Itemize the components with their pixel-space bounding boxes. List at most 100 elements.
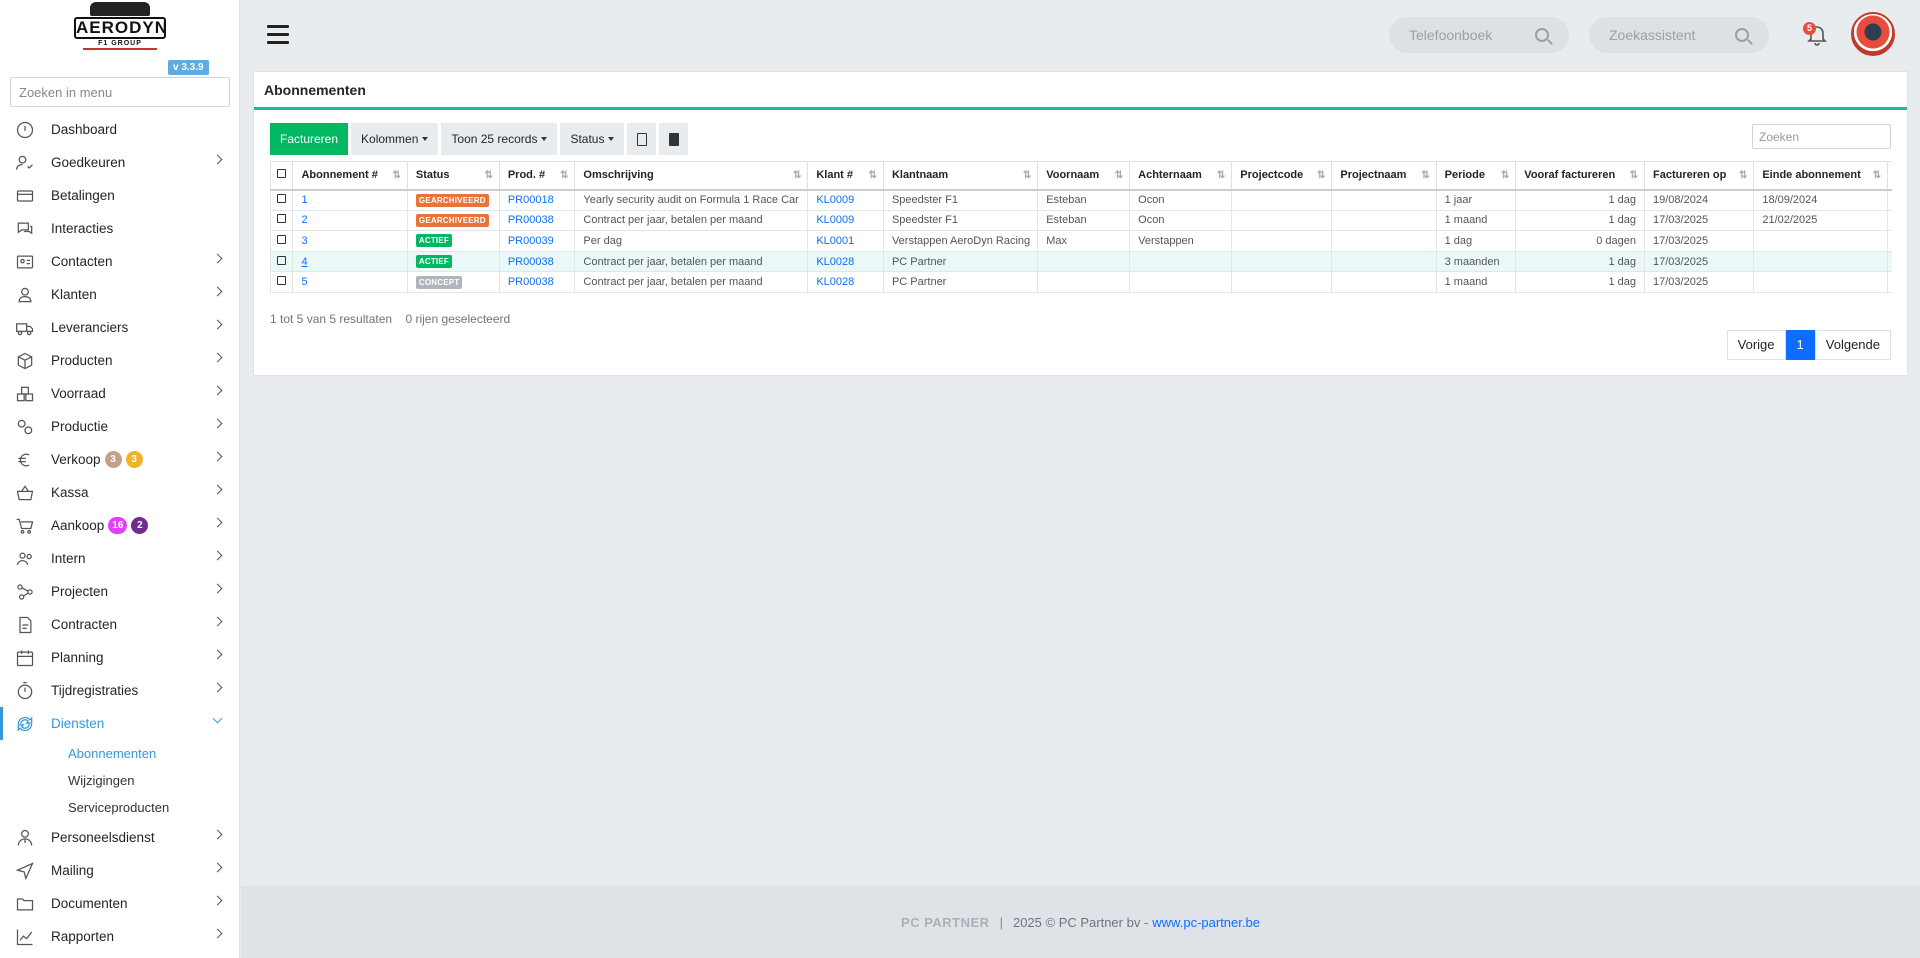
column-header[interactable]: Einde abonnement ⇅ <box>1753 161 1889 191</box>
pdf-export-button[interactable] <box>659 123 689 155</box>
chevron-right-icon <box>212 682 223 693</box>
sidebar-item-mailing[interactable]: Mailing <box>0 854 239 887</box>
table-link[interactable]: KL0028 <box>816 256 854 268</box>
sidebar-item-betalingen[interactable]: Betalingen <box>0 179 239 212</box>
next-page-button[interactable]: Volgende <box>1814 330 1891 360</box>
page-size-dropdown[interactable]: Toon 25 records <box>441 123 558 155</box>
table-link[interactable]: PR00039 <box>508 235 554 247</box>
boxes-icon <box>14 383 36 405</box>
column-header[interactable]: Start c <box>1887 161 1892 191</box>
table-link[interactable]: PR00038 <box>508 256 554 268</box>
sidebar-item-dashboard[interactable]: Dashboard <box>0 113 239 146</box>
sidebar-item-personeelsdienst[interactable]: Personeelsdienst <box>0 821 239 854</box>
table-link[interactable]: KL0009 <box>816 194 854 206</box>
page-1-button[interactable]: 1 <box>1785 330 1815 360</box>
row-checkbox[interactable] <box>277 214 286 224</box>
sidebar-item-intern[interactable]: Intern <box>0 542 239 575</box>
row-checkbox[interactable] <box>277 234 286 244</box>
table-link[interactable]: 2 <box>301 214 307 226</box>
logo[interactable]: AERODYN F1 GROUP v 3.3.9 <box>0 0 239 78</box>
row-select-cell[interactable] <box>270 271 294 293</box>
assistant-search[interactable]: Zoekassistent <box>1589 17 1769 53</box>
sidebar-item-leveranciers[interactable]: Leveranciers <box>0 311 239 344</box>
table-link[interactable]: KL0028 <box>816 276 854 288</box>
sidebar-item-tijdregistraties[interactable]: Tijdregistraties <box>0 674 239 707</box>
table-cell <box>1331 189 1437 211</box>
prev-page-button[interactable]: Vorige <box>1726 330 1786 360</box>
row-select-cell[interactable] <box>270 209 294 232</box>
table-link[interactable]: PR00038 <box>508 214 554 226</box>
avatar[interactable] <box>1851 12 1895 56</box>
column-header-label: Status <box>415 169 450 182</box>
table-link[interactable]: KL0009 <box>816 214 854 226</box>
table-link[interactable]: PR00018 <box>508 194 554 206</box>
columns-dropdown[interactable]: Kolommen <box>351 123 439 155</box>
table-link[interactable]: PR00038 <box>508 276 554 288</box>
column-header[interactable]: Periode ⇅ <box>1435 161 1517 191</box>
table-link[interactable]: KL0001 <box>816 235 854 247</box>
sidebar-item-contacten[interactable]: Contacten <box>0 245 239 278</box>
sidebar-item-diensten[interactable]: Diensten <box>0 707 239 740</box>
select-all-header[interactable] <box>270 161 294 191</box>
row-checkbox[interactable] <box>277 255 286 265</box>
excel-export-button[interactable] <box>627 123 657 155</box>
sidebar-item-projecten[interactable]: Projecten <box>0 575 239 608</box>
table-row[interactable]: 5 CONCEPT PR00038 Contract per jaar, betale… <box>270 271 1892 293</box>
column-header[interactable]: Vooraf factureren ⇅ <box>1515 161 1646 191</box>
table-link[interactable]: 1 <box>301 194 307 206</box>
column-header[interactable]: Klantnaam ⇅ <box>882 161 1039 191</box>
table-cell <box>1129 271 1233 293</box>
row-checkbox[interactable] <box>277 276 286 286</box>
bell-icon[interactable]: 5 <box>1803 22 1829 48</box>
column-header[interactable]: Status ⇅ <box>406 161 500 191</box>
invoice-button[interactable]: Factureren <box>270 123 349 155</box>
column-header[interactable]: Klant # ⇅ <box>807 161 884 191</box>
table-row[interactable]: 3 ACTIEF PR00039 Per dag KL0001 Verstappen Ae… <box>270 230 1892 252</box>
hamburger-menu-icon[interactable] <box>267 25 289 45</box>
sidebar-item-documenten[interactable]: Documenten <box>0 887 239 920</box>
sidebar-subitem-serviceproducten[interactable]: Serviceproducten <box>0 794 239 821</box>
sidebar-subitem-wijzigingen[interactable]: Wijzigingen <box>0 767 239 794</box>
row-select-cell[interactable] <box>270 250 294 273</box>
table-row[interactable]: 4 ACTIEF PR00038 Contract per jaar, betalen… <box>270 250 1892 273</box>
column-header[interactable]: Prod. # ⇅ <box>498 161 576 191</box>
sidebar-item-contracten[interactable]: Contracten <box>0 608 239 641</box>
phonebook-search[interactable]: Telefoonboek <box>1389 17 1569 53</box>
sidebar-item-productie[interactable]: Productie <box>0 410 239 443</box>
column-header[interactable]: Abonnement # ⇅ <box>292 161 408 191</box>
column-header[interactable]: Factureren op ⇅ <box>1644 161 1755 191</box>
row-select-cell[interactable] <box>270 189 294 211</box>
sidebar-subitem-abonnementen[interactable]: Abonnementen <box>0 740 239 767</box>
column-header[interactable]: Achternaam ⇅ <box>1129 161 1233 191</box>
status-dropdown[interactable]: Status <box>560 123 625 155</box>
table-link[interactable]: 5 <box>301 276 307 288</box>
table-cell: Contract per jaar, betalen per maand <box>574 271 809 293</box>
column-header[interactable]: Omschrijving ⇅ <box>574 161 809 191</box>
column-header-label: Projectnaam <box>1340 169 1407 182</box>
select-all-checkbox[interactable] <box>277 169 286 179</box>
sidebar-item-interacties[interactable]: Interacties <box>0 212 239 245</box>
menu-search-input[interactable] <box>10 77 230 107</box>
sidebar-item-klanten[interactable]: Klanten <box>0 278 239 311</box>
column-header[interactable]: Projectcode ⇅ <box>1231 161 1333 191</box>
sidebar-item-producten[interactable]: Producten <box>0 344 239 377</box>
row-checkbox[interactable] <box>277 194 286 204</box>
table-link[interactable]: 4 <box>301 256 307 268</box>
footer-link[interactable]: www.pc-partner.be <box>1152 915 1260 930</box>
sidebar-item-planning[interactable]: Planning <box>0 641 239 674</box>
sidebar-item-voorraad[interactable]: Voorraad <box>0 377 239 410</box>
sidebar-item-kassa[interactable]: Kassa <box>0 476 239 509</box>
table-link[interactable]: 3 <box>301 235 307 247</box>
caret-down-icon <box>422 137 429 141</box>
chevron-right-icon <box>212 484 223 495</box>
table-row[interactable]: 2 GEARCHIVEERD PR00038 Contract per jaar, b… <box>270 209 1892 232</box>
column-header[interactable]: Projectnaam ⇅ <box>1331 161 1437 191</box>
sidebar-item-aankoop[interactable]: Aankoop 16 2 <box>0 509 239 542</box>
sidebar-item-verkoop[interactable]: Verkoop 3 3 <box>0 443 239 476</box>
table-row[interactable]: 1 GEARCHIVEERD PR00018 Yearly security audi… <box>270 189 1892 211</box>
sidebar-item-rapporten[interactable]: Rapporten <box>0 920 239 953</box>
sidebar-item-goedkeuren[interactable]: Goedkeuren <box>0 146 239 179</box>
table-search-input[interactable] <box>1752 124 1891 149</box>
row-select-cell[interactable] <box>270 230 294 252</box>
column-header[interactable]: Voornaam ⇅ <box>1037 161 1131 191</box>
